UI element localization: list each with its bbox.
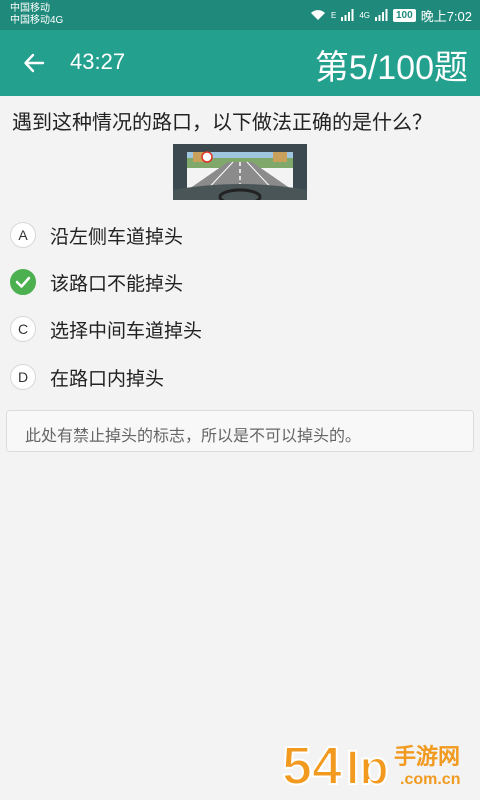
option-d[interactable]: D 在路口内掉头 [10,360,164,394]
option-c[interactable]: C 选择中间车道掉头 [10,312,202,346]
option-c-text: 选择中间车道掉头 [50,319,203,342]
toolbar: 43:27 第5/100题 [0,30,480,96]
option-b-text: 该路口不能掉头 [50,272,184,295]
explanation-box: 此处有禁止掉头的标志，所以是不可以掉头的。 [6,410,474,452]
signal-icon-2 [375,9,388,21]
clock: 晚上7:02 [420,8,472,24]
explanation-text: 此处有禁止掉头的标志，所以是不可以掉头的。 [25,426,362,445]
status-icons: E 4G 100 晚上7:02 [310,6,472,24]
option-d-text: 在路口内掉头 [50,367,165,390]
carrier-2: 中国移动4G [10,15,64,26]
back-arrow-icon [24,53,45,73]
exam-timer: 43:27 [70,49,126,74]
question-image: 调 [173,144,307,200]
option-d-letter: D [10,364,36,390]
carrier-1: 中国移动 [10,3,50,14]
svg-text:Iɒ: Iɒ [346,742,389,794]
battery-icon: 100 [393,8,416,22]
status-bar: 中国移动 中国移动4G E 4G 100 晚上7:02 [0,0,480,30]
back-button[interactable] [16,45,52,81]
watermark-brand: 手游网 [394,744,460,770]
net-e-label: E [330,10,337,20]
option-c-letter: C [10,316,36,342]
watermark-domain: .com.cn [400,771,460,788]
net-4g-label: 4G [359,10,370,20]
wifi-icon [310,10,325,20]
watermark-logo: 54 Iɒ 手游网 .com.cn [282,735,460,794]
option-a-text: 沿左侧车道掉头 [50,225,184,248]
option-a[interactable]: A 沿左侧车道掉头 [10,218,183,252]
option-b[interactable]: 该路口不能掉头 [10,265,183,299]
question-counter: 第5/100题 [314,49,468,87]
signal-icon-1 [341,9,354,21]
option-a-letter: A [10,222,36,248]
question-text: 遇到这种情况的路口，以下做法正确的是什么？ [12,110,432,134]
watermark-number: 54 [282,736,342,794]
correct-check-icon [10,269,36,295]
